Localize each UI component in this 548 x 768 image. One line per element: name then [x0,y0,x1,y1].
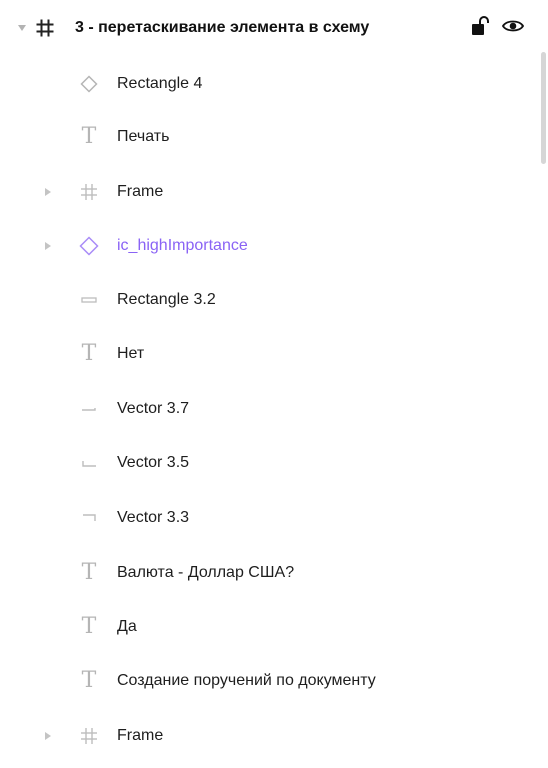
layer-row[interactable]: T Нет [0,332,538,376]
layer-row[interactable]: ic_highImportance [0,224,538,268]
component-instance-icon [77,72,101,96]
layer-row[interactable]: Frame [0,170,538,214]
layer-name: Да [117,618,137,635]
layer-row[interactable]: Vector 3.5 [0,441,538,485]
vector-corner-icon [77,506,101,530]
rectangle-icon [77,288,101,312]
expand-arrow-icon[interactable] [45,188,51,196]
layer-name: ic_highImportance [117,237,248,254]
layer-name: Vector 3.3 [117,509,190,526]
layer-name: Нет [117,345,145,362]
vector-corner-icon [77,451,101,475]
vector-line-icon [77,397,101,421]
frame-icon [77,180,101,204]
component-instance-icon [77,234,101,258]
layer-row[interactable]: Rectangle 4 [0,62,538,106]
layer-row[interactable]: T Создание поручений по документу [0,659,538,703]
layer-name: Frame [117,727,164,744]
text-icon: T [81,614,97,639]
layer-row[interactable]: T Да [0,605,538,649]
text-icon: T [81,124,97,149]
text-icon: T [81,668,97,693]
frame-icon [77,724,101,748]
layer-row[interactable]: Vector 3.3 [0,496,538,540]
layer-actions [472,15,525,41]
expand-arrow-icon[interactable] [45,242,51,250]
layer-row[interactable]: T Печать [0,115,538,159]
expand-arrow-icon[interactable] [45,732,51,740]
unlock-icon[interactable] [472,15,490,41]
layer-name: Frame [117,183,164,200]
layer-row[interactable]: Frame [0,714,538,758]
layer-name: Rectangle 4 [117,75,203,92]
layer-row[interactable]: Vector 3.7 [0,387,538,431]
layer-name: Vector 3.5 [117,454,190,471]
layer-row[interactable]: Rectangle 3.2 [0,278,538,322]
layer-name: Печать [117,128,170,145]
text-icon: T [81,341,97,366]
layer-name: 3 - перетаскивание элемента в схему [75,19,370,36]
collapse-arrow-icon[interactable] [18,25,26,31]
layers-panel: 3 - перетаскивание элемента в схему Rect… [0,0,548,768]
layer-row[interactable]: T Валюта - Доллар США? [0,551,538,595]
text-icon: T [81,560,97,585]
layer-row-root-frame[interactable]: 3 - перетаскивание элемента в схему [0,6,538,50]
layer-name: Валюта - Доллар США? [117,564,295,581]
frame-icon [33,16,57,40]
layer-name: Создание поручений по документу [117,672,376,689]
layer-name: Rectangle 3.2 [117,291,216,308]
layer-name: Vector 3.7 [117,400,190,417]
eye-icon[interactable] [501,18,525,39]
scrollbar[interactable] [541,52,546,164]
